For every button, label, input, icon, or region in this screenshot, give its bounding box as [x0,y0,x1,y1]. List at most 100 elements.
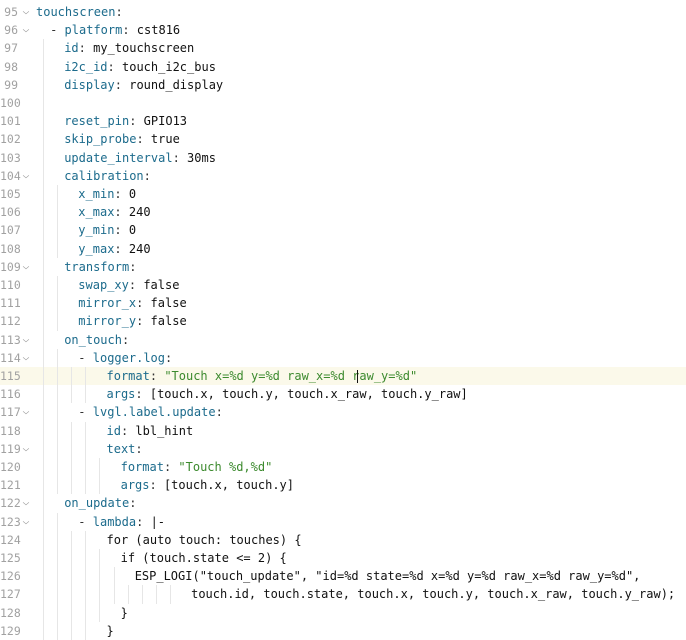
indent-guide [71,439,73,458]
chevron-down-icon[interactable]: ⌵ [20,349,32,367]
chevron-down-icon[interactable]: ⌵ [20,331,32,349]
code-line[interactable]: 124 for (auto touch: touches) { [0,530,686,549]
code-line[interactable]: 95 ⌵ touchscreen: [0,3,686,21]
code-token: : [121,332,130,347]
string-literal: "Touch x=%d y=%d raw_x=%d raw_y=%d" [164,369,418,383]
chevron-down-icon[interactable]: ⌵ [20,167,32,185]
code-token: : [129,496,137,511]
code-text: mirror_y: false [78,312,186,330]
yaml-key: platform [64,23,123,38]
code-token: : [136,296,151,311]
line-number: 108 [0,241,21,256]
indent-guide [57,294,59,313]
code-line[interactable]: 114 ⌵ - logger.log: [0,348,686,367]
code-line[interactable]: 127 touch.id, touch.state, touch.x, touch… [0,585,686,604]
line-number: 96 [4,23,18,38]
chevron-down-icon[interactable]: ⌵ [20,440,32,458]
chevron-down-icon[interactable]: ⌵ [20,258,32,276]
code-line[interactable]: 110 swap_xy: false [0,276,686,295]
code-line[interactable]: 123 ⌵ - lambda: |- [0,512,686,531]
code-token: : [136,132,151,147]
chevron-down-icon[interactable]: ⌵ [20,21,32,39]
line-number: 128 [0,605,21,620]
code-line[interactable]: 111 mirror_x: false [0,294,686,313]
code-line[interactable]: 113 ⌵ on_touch: [0,330,686,349]
indent-guide [57,512,59,531]
yaml-key: id [64,41,79,56]
code-line[interactable]: 126 ESP_LOGI("touch_update", "id=%d state… [0,567,686,586]
indent-guide [43,39,45,58]
indent-guide [43,221,45,240]
code-line[interactable]: 96 ⌵ - platform: cst816 [0,21,686,39]
code-token: : [107,59,122,74]
indent-guide [71,476,73,495]
code-line[interactable]: 107 y_min: 0 [0,221,686,240]
code-token: touch.id, touch.state, touch.x, touch.y,… [191,587,676,602]
code-line[interactable]: 100 [0,94,686,113]
indent-guide [43,330,45,349]
code-line[interactable]: 129} [0,621,686,640]
code-text: swap_xy: false [78,276,179,294]
indent-guide [85,458,87,477]
code-text: text: [107,440,143,458]
code-line[interactable]: 125 if (touch.state <= 2) { [0,549,686,568]
code-line[interactable]: 120 format: "Touch %d,%d" [0,458,686,477]
indent-guide [57,203,59,222]
indent-guide [43,166,45,185]
code-token: GPIO13 [143,114,188,129]
code-line[interactable]: 97 id: my_touchscreen [0,39,686,58]
yaml-key: mirror_y [78,314,137,329]
chevron-down-icon[interactable]: ⌵ [20,403,32,421]
code-line[interactable]: 101 reset_pin: GPIO13 [0,112,686,131]
indent-guide [57,221,59,240]
code-line[interactable]: 119 ⌵ text: [0,439,686,458]
code-line[interactable]: 116 args: [touch.x, touch.y, touch.x_raw,… [0,385,686,404]
indent-guide [99,458,101,477]
code-line[interactable]: 103 update_interval: 30ms [0,148,686,167]
code-token: : [114,205,129,220]
code-line[interactable]: 106 x_max: 240 [0,203,686,222]
indent-guide [43,94,45,113]
yaml-key: mirror_x [78,296,137,311]
code-token: : [120,423,136,438]
code-line[interactable]: 118 id: lbl_hint [0,421,686,440]
code-line[interactable]: 112 mirror_y: false [0,312,686,331]
code-token: 240 [128,205,151,220]
chevron-down-icon[interactable]: ⌵ [20,513,32,531]
code-line[interactable]: 115 format: "Touch x=%d y=%d raw_x=%d raw… [0,367,686,386]
indent-guide [85,385,87,404]
code-text: update_interval: 30ms [64,149,216,167]
code-text: id: lbl_hint [107,422,194,440]
code-token: [touch.x, touch.y, touch.x_raw, touch.y_… [149,387,468,402]
yaml-key: args [106,387,136,402]
code-text: - lvgl.label.update: [78,403,223,421]
code-text: reset_pin: GPIO13 [64,112,187,130]
code-text: on_update: [64,494,136,512]
code-line[interactable]: 104 ⌵ calibration: [0,166,686,185]
code-text: calibration: [64,167,151,185]
code-text: display: round_display [64,76,223,94]
code-line[interactable]: 121 args: [touch.x, touch.y] [0,476,686,495]
code-line[interactable]: 102 skip_probe: true [0,130,686,149]
indent-guide [99,567,101,586]
code-text: skip_probe: true [64,130,180,148]
code-line[interactable]: 98 i2c_id: touch_i2c_bus [0,57,686,76]
code-line[interactable]: 105 x_min: 0 [0,185,686,204]
indent-guide [43,458,45,477]
code-editor[interactable]: 95 ⌵ touchscreen: 96 ⌵ - platform: cst816 97 id… [0,0,686,640]
indent-guide [71,621,73,640]
code-line[interactable]: 122 ⌵ on_update: [0,494,686,513]
code-line[interactable]: 128} [0,603,686,622]
chevron-down-icon[interactable]: ⌵ [20,3,32,21]
indent-guide [85,476,87,495]
code-line[interactable]: 109 ⌵ transform: [0,257,686,276]
code-line[interactable]: 117 ⌵ - lvgl.label.update: [0,403,686,422]
code-line[interactable]: 99 display: round_display [0,75,686,94]
code-text: ESP_LOGI("touch_update", "id=%d state=%d… [135,567,641,585]
code-token: if (touch.state <= 2) { [120,551,287,565]
indent-guide [43,585,45,604]
chevron-down-icon[interactable]: ⌵ [20,494,32,512]
indent-guide [99,549,101,568]
code-text: x_max: 240 [78,203,150,221]
code-line[interactable]: 108 y_max: 240 [0,239,686,258]
